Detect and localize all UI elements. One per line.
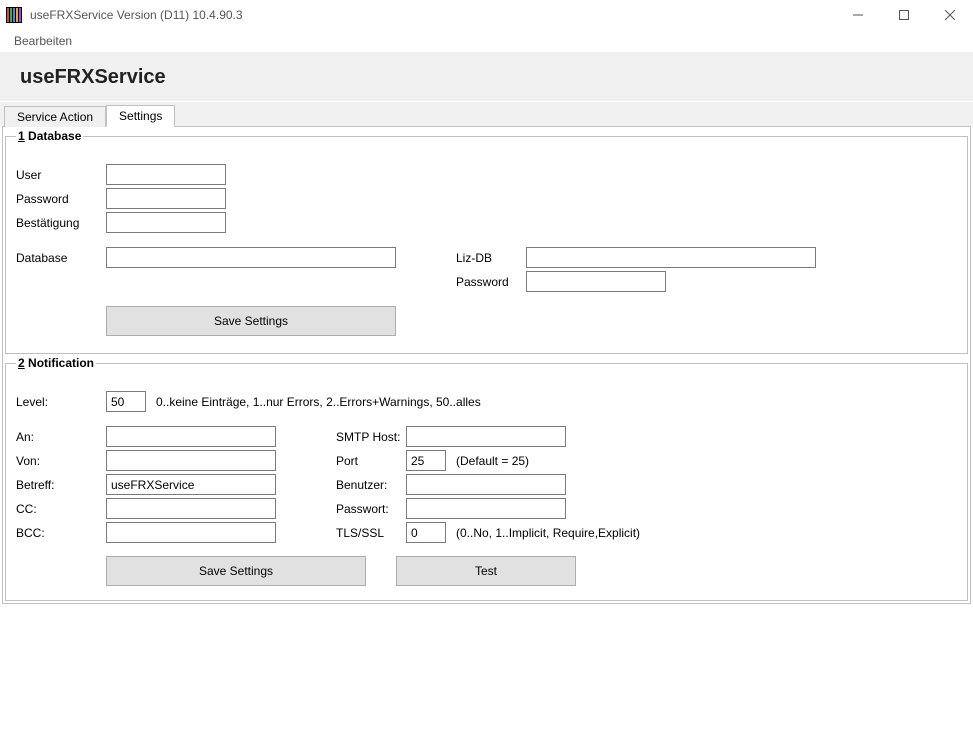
label-von: Von:	[16, 454, 106, 468]
input-smtp[interactable]	[406, 426, 566, 447]
maximize-button[interactable]	[881, 0, 927, 30]
hint-tls: (0..No, 1..Implicit, Require,Explicit)	[456, 526, 640, 540]
input-passwort[interactable]	[406, 498, 566, 519]
menu-bar: Bearbeiten	[0, 30, 973, 52]
label-level: Level:	[16, 395, 106, 409]
input-database[interactable]	[106, 247, 396, 268]
group-database-legend: 1 Database	[16, 129, 83, 143]
input-port[interactable]	[406, 450, 446, 471]
input-benutzer[interactable]	[406, 474, 566, 495]
label-confirm: Bestätigung	[16, 216, 106, 230]
minimize-button[interactable]	[835, 0, 881, 30]
group-notification: 2 Notification Level: 0..keine Einträge,…	[5, 356, 968, 601]
hint-port: (Default = 25)	[456, 454, 529, 468]
label-database: Database	[16, 251, 106, 265]
label-password: Password	[16, 192, 106, 206]
input-password[interactable]	[106, 188, 226, 209]
input-betreff[interactable]	[106, 474, 276, 495]
input-tls[interactable]	[406, 522, 446, 543]
input-user[interactable]	[106, 164, 226, 185]
label-lizdb: Liz-DB	[456, 251, 526, 265]
label-user: User	[16, 168, 106, 182]
app-icon	[6, 7, 22, 23]
label-smtp: SMTP Host:	[336, 430, 406, 444]
input-level[interactable]	[106, 391, 146, 412]
button-notif-save[interactable]: Save Settings	[106, 556, 366, 586]
button-notif-test[interactable]: Test	[396, 556, 576, 586]
input-von[interactable]	[106, 450, 276, 471]
window-title: useFRXService Version (D11) 10.4.90.3	[30, 8, 243, 22]
input-confirm[interactable]	[106, 212, 226, 233]
input-lizpw[interactable]	[526, 271, 666, 292]
label-bcc: BCC:	[16, 526, 106, 540]
input-bcc[interactable]	[106, 522, 276, 543]
group-database: 1 Database User Password Bestätigung Dat…	[5, 129, 968, 354]
menu-edit[interactable]: Bearbeiten	[8, 32, 78, 50]
tab-settings[interactable]: Settings	[106, 105, 175, 127]
button-db-save[interactable]: Save Settings	[106, 306, 396, 336]
label-cc: CC:	[16, 502, 106, 516]
tab-service-action[interactable]: Service Action	[4, 106, 106, 127]
header-area: useFRXService	[0, 52, 973, 102]
page-title: useFRXService	[20, 66, 953, 89]
input-lizdb[interactable]	[526, 247, 816, 268]
tab-content-settings: 1 Database User Password Bestätigung Dat…	[2, 126, 971, 604]
label-lizpw: Password	[456, 275, 526, 289]
input-an[interactable]	[106, 426, 276, 447]
label-an: An:	[16, 430, 106, 444]
label-benutzer: Benutzer:	[336, 478, 406, 492]
label-betreff: Betreff:	[16, 478, 106, 492]
label-passwort: Passwort:	[336, 502, 406, 516]
hint-level: 0..keine Einträge, 1..nur Errors, 2..Err…	[156, 395, 481, 409]
close-button[interactable]	[927, 0, 973, 30]
tab-bar: Service Action Settings	[0, 102, 973, 126]
input-cc[interactable]	[106, 498, 276, 519]
group-notification-legend: 2 Notification	[16, 356, 96, 370]
label-tls: TLS/SSL	[336, 526, 406, 540]
label-port: Port	[336, 454, 406, 468]
title-bar: useFRXService Version (D11) 10.4.90.3	[0, 0, 973, 30]
